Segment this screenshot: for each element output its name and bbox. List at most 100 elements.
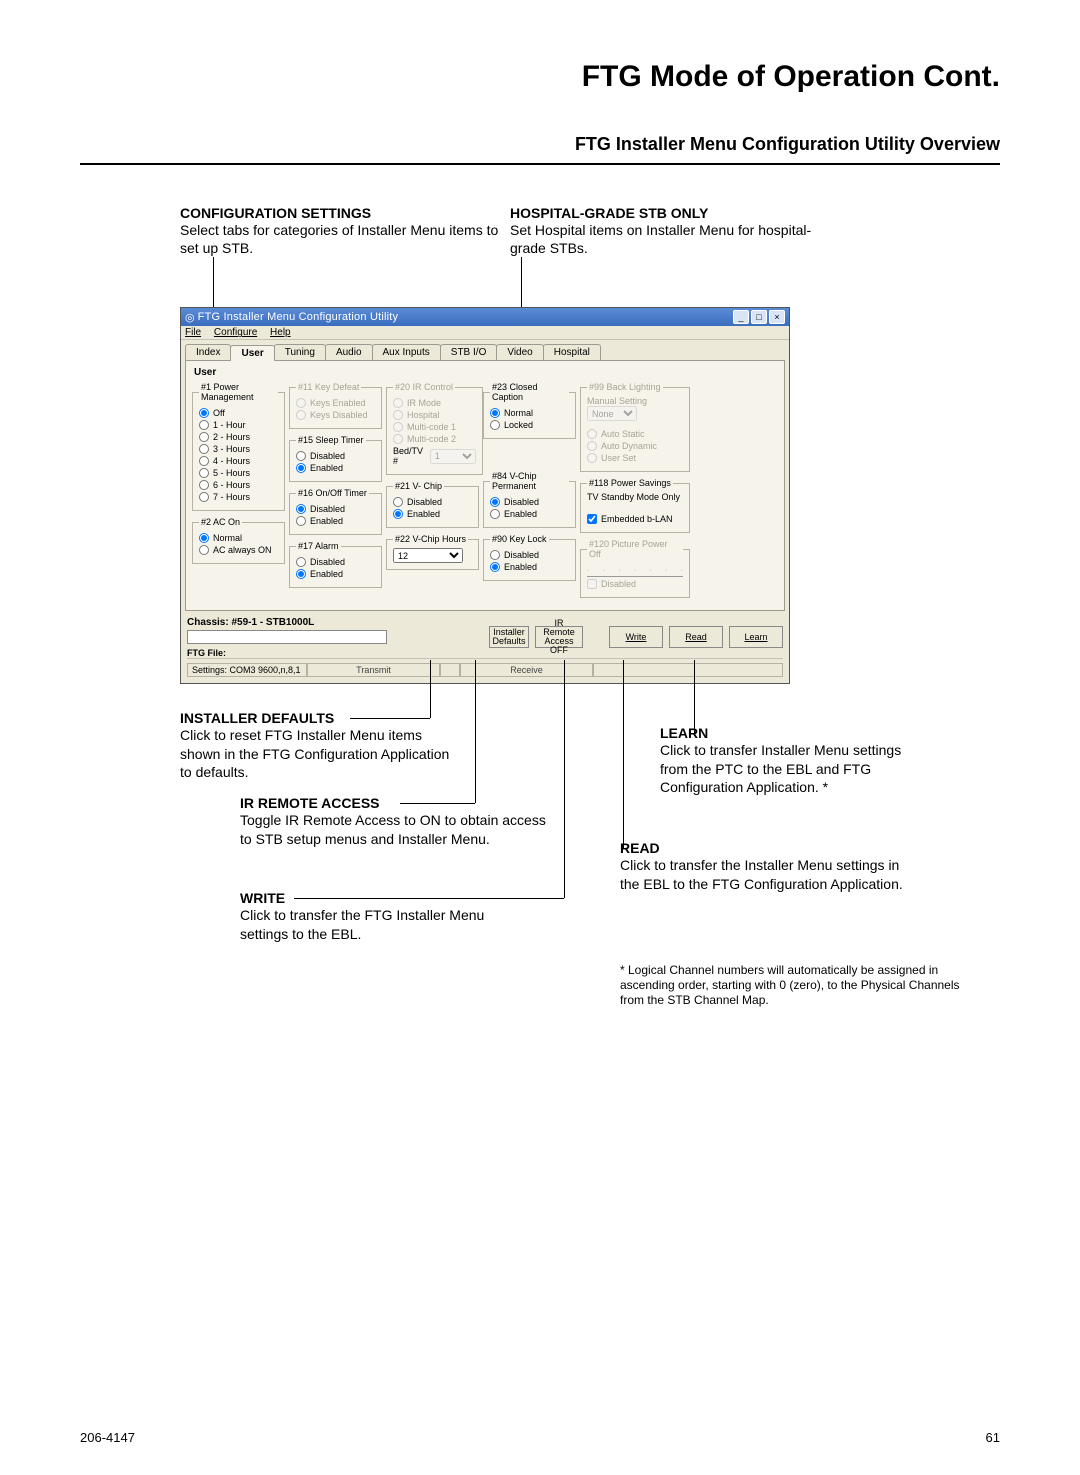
radio-vcp-enabled[interactable] xyxy=(490,509,500,519)
radio-label: Locked xyxy=(504,420,533,430)
annot-hospital-txt: Set Hospital items on Installer Menu for… xyxy=(510,221,840,257)
footer-right: 61 xyxy=(986,1430,1000,1445)
radio-label: 2 - Hours xyxy=(213,432,250,442)
group-legend: #84 V-Chip Permanent xyxy=(490,471,569,491)
menu-file[interactable]: File xyxy=(185,327,201,338)
minimize-button[interactable]: _ xyxy=(733,310,749,324)
annot-read-hdg: READ xyxy=(620,840,660,856)
annot-config-hdg: CONFIGURATION SETTINGS xyxy=(180,205,510,221)
radio-ac-normal[interactable] xyxy=(199,533,209,543)
radio-oo-disabled[interactable] xyxy=(296,504,306,514)
radio-pm-2h[interactable] xyxy=(199,432,209,442)
radio-label: Enabled xyxy=(310,516,343,526)
tab-panel-user: User #1 Power Management Off 1 - Hour 2 … xyxy=(185,360,785,611)
ir-remote-access-button[interactable]: IR Remote Access OFF xyxy=(535,626,583,648)
annot-learn-hdg: LEARN xyxy=(660,725,708,741)
tab-tuning[interactable]: Tuning xyxy=(274,344,326,360)
menu-help[interactable]: Help xyxy=(270,327,291,338)
group-legend: #99 Back Lighting xyxy=(587,382,663,392)
annot-hospital-hdg: HOSPITAL-GRADE STB ONLY xyxy=(510,205,840,221)
vchip-hours-select[interactable]: 12 xyxy=(393,548,463,563)
tab-user[interactable]: User xyxy=(230,345,274,361)
chk-label: Embedded b-LAN xyxy=(601,514,673,524)
radio-pm-7h[interactable] xyxy=(199,492,209,502)
footer-left: 206-4147 xyxy=(80,1430,135,1445)
radio-label: Multi-code 2 xyxy=(407,434,456,444)
radio-ac-always[interactable] xyxy=(199,545,209,555)
annot-learn-txt: Click to transfer Installer Menu setting… xyxy=(660,741,930,796)
app-icon: ◎ xyxy=(185,311,195,324)
radio-bl-auto-static xyxy=(587,429,597,439)
group-vchip: #21 V- Chip Disabled Enabled xyxy=(386,481,479,528)
radio-al-enabled[interactable] xyxy=(296,569,306,579)
radio-label: Enabled xyxy=(504,562,537,572)
radio-kl-disabled[interactable] xyxy=(490,550,500,560)
radio-st-disabled[interactable] xyxy=(296,451,306,461)
radio-bl-auto-dynamic xyxy=(587,441,597,451)
radio-label: 7 - Hours xyxy=(213,492,250,502)
radio-vcp-disabled[interactable] xyxy=(490,497,500,507)
radio-label: Disabled xyxy=(504,497,539,507)
transmit-label: Transmit xyxy=(307,663,440,677)
chassis-input[interactable] xyxy=(187,630,387,644)
group-legend: #16 On/Off Timer xyxy=(296,488,369,498)
leader-line xyxy=(623,660,624,848)
group-legend: #118 Power Savings xyxy=(587,478,673,488)
bed-tv-select: 1 xyxy=(430,449,476,464)
radio-pm-6h[interactable] xyxy=(199,480,209,490)
radio-kl-enabled[interactable] xyxy=(490,562,500,572)
close-button[interactable]: × xyxy=(769,310,785,324)
radio-ir-mc1 xyxy=(393,422,403,432)
radio-oo-enabled[interactable] xyxy=(296,516,306,526)
radio-cc-normal[interactable] xyxy=(490,408,500,418)
annot-config-txt: Select tabs for categories of Installer … xyxy=(180,221,510,257)
radio-label: User Set xyxy=(601,453,636,463)
radio-pm-4h[interactable] xyxy=(199,456,209,466)
group-legend: #1 Power Management xyxy=(199,382,278,402)
chk-label: Disabled xyxy=(601,579,636,589)
annot-installer-defaults-txt: Click to reset FTG Installer Menu items … xyxy=(180,726,460,781)
tabs-row: Index User Tuning Audio Aux Inputs STB I… xyxy=(185,344,785,360)
bed-tv-label: Bed/TV # xyxy=(393,446,427,466)
group-sleep-timer: #15 Sleep Timer Disabled Enabled xyxy=(289,435,382,482)
installer-defaults-button[interactable]: Installer Defaults xyxy=(489,626,529,648)
tab-hospital[interactable]: Hospital xyxy=(543,344,601,360)
group-picture-power-off: #120 Picture Power Off ······· Disabled xyxy=(580,539,690,598)
radio-st-enabled[interactable] xyxy=(296,463,306,473)
settings-status: Settings: COM3 9600,n,8,1 xyxy=(187,663,307,677)
radio-pm-1h[interactable] xyxy=(199,420,209,430)
tab-aux-inputs[interactable]: Aux Inputs xyxy=(372,344,441,360)
radio-pm-off[interactable] xyxy=(199,408,209,418)
radio-label: Enabled xyxy=(504,509,537,519)
tab-video[interactable]: Video xyxy=(496,344,543,360)
group-vchip-perm: #84 V-Chip Permanent Disabled Enabled xyxy=(483,471,576,528)
group-vchip-hours: #22 V-Chip Hours 12 xyxy=(386,534,479,570)
radio-label: 1 - Hour xyxy=(213,420,246,430)
tab-stb-io[interactable]: STB I/O xyxy=(440,344,498,360)
group-legend: #20 IR Control xyxy=(393,382,455,392)
group-alarm: #17 Alarm Disabled Enabled xyxy=(289,541,382,588)
annot-ir-txt: Toggle IR Remote Access to ON to obtain … xyxy=(240,811,550,847)
radio-label: Enabled xyxy=(310,569,343,579)
tab-audio[interactable]: Audio xyxy=(325,344,373,360)
titlebar: ◎ FTG Installer Menu Configuration Utili… xyxy=(181,308,789,326)
write-button[interactable]: Write xyxy=(609,626,663,648)
learn-button[interactable]: Learn xyxy=(729,626,783,648)
maximize-button[interactable]: □ xyxy=(751,310,767,324)
read-button[interactable]: Read xyxy=(669,626,723,648)
radio-vc-enabled[interactable] xyxy=(393,509,403,519)
radio-al-disabled[interactable] xyxy=(296,557,306,567)
menu-configure[interactable]: Configure xyxy=(214,327,257,338)
radio-vc-disabled[interactable] xyxy=(393,497,403,507)
group-legend: #23 Closed Caption xyxy=(490,382,569,402)
group-power-savings: #118 Power Savings TV Standby Mode Only … xyxy=(580,478,690,533)
chk-embedded-blan[interactable] xyxy=(587,514,597,524)
group-legend: #11 Key Defeat xyxy=(296,382,361,392)
radio-pm-3h[interactable] xyxy=(199,444,209,454)
radio-ir-mode xyxy=(393,398,403,408)
radio-cc-locked[interactable] xyxy=(490,420,500,430)
tab-index[interactable]: Index xyxy=(185,344,231,360)
radio-label: Normal xyxy=(504,408,533,418)
radio-pm-5h[interactable] xyxy=(199,468,209,478)
radio-label: Multi-code 1 xyxy=(407,422,456,432)
